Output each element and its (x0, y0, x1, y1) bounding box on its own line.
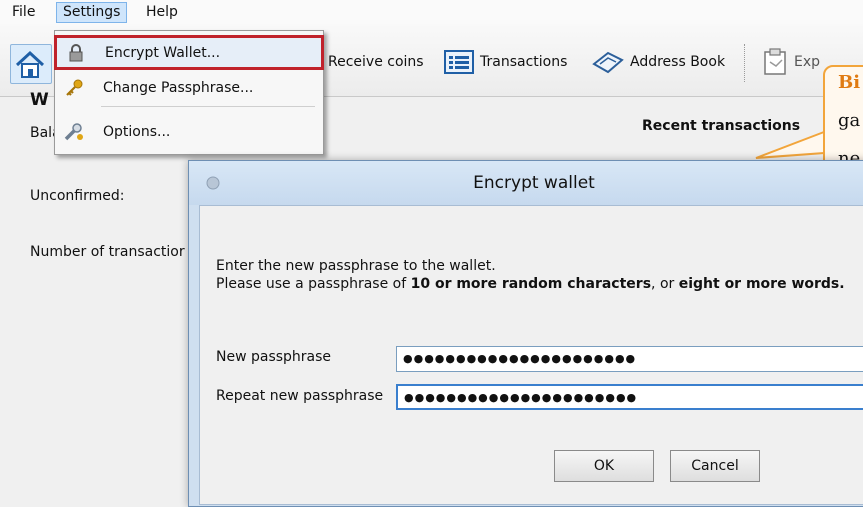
address-book-button[interactable]: Address Book (592, 48, 725, 76)
intro-text-part-c: , or (651, 276, 679, 292)
lock-icon (65, 43, 87, 62)
settings-menu: Encrypt Wallet... Change Passphrase... O… (54, 30, 324, 155)
address-book-icon (592, 51, 624, 74)
wallet-heading: W (30, 90, 49, 110)
menu-help[interactable]: Help (140, 3, 184, 22)
encrypt-wallet-dialog: Encrypt wallet Enter the new passphrase … (188, 160, 863, 507)
receive-coins-button[interactable]: Receive coins (328, 48, 424, 76)
encrypt-wallet-item[interactable]: Encrypt Wallet... (54, 35, 324, 70)
change-passphrase-label: Change Passphrase... (103, 80, 254, 96)
unconfirmed-label: Unconfirmed: (30, 188, 125, 204)
dialog-body: Enter the new passphrase to the wallet. … (199, 205, 863, 505)
overview-button[interactable] (10, 44, 52, 84)
list-icon (444, 50, 474, 74)
intro-text-line-1: Enter the new passphrase to the wallet. (216, 258, 496, 274)
menu-bar: File Settings Help (0, 0, 863, 25)
dialog-title-bar: Encrypt wallet (189, 161, 863, 205)
home-icon (15, 50, 45, 78)
dialog-title: Encrypt wallet (473, 173, 595, 193)
receive-coins-label: Receive coins (328, 54, 424, 70)
options-label: Options... (103, 124, 171, 140)
change-passphrase-item[interactable]: Change Passphrase... (55, 73, 323, 103)
clipboard-icon (764, 48, 786, 75)
intro-text-part-d: eight or more words. (678, 276, 845, 292)
intro-text-part-a: Please use a passphrase of (216, 276, 411, 292)
callout-line-1: Bi (838, 72, 861, 93)
transactions-button[interactable]: Transactions (444, 48, 567, 76)
repeat-passphrase-label: Repeat new passphrase (216, 388, 384, 404)
address-book-label: Address Book (630, 54, 726, 70)
intro-text-line-2: Please use a passphrase of 10 or more ra… (216, 276, 845, 292)
menu-file[interactable]: File (6, 3, 41, 22)
app-icon (206, 176, 220, 190)
export-button[interactable]: Exp (762, 48, 820, 76)
toolbar-separator (744, 44, 746, 82)
options-item[interactable]: Options... (55, 117, 323, 147)
callout-line-2: ga (838, 110, 861, 131)
intro-text-part-b: 10 or more random characters (410, 276, 652, 292)
wrench-icon (63, 122, 85, 142)
encrypt-wallet-label: Encrypt Wallet... (105, 44, 221, 61)
menu-separator (101, 106, 315, 107)
key-icon (63, 78, 85, 98)
num-transactions-label: Number of transactior (30, 244, 185, 260)
menu-settings[interactable]: Settings (56, 2, 128, 23)
transactions-label: Transactions (480, 54, 568, 70)
repeat-passphrase-input[interactable]: ●●●●●●●●●●●●●●●●●●●●●● (396, 384, 863, 410)
cancel-button[interactable]: Cancel (670, 450, 760, 482)
export-label: Exp (794, 54, 821, 70)
new-passphrase-label: New passphrase (216, 349, 332, 365)
ok-button[interactable]: OK (554, 450, 654, 482)
new-passphrase-input[interactable]: ●●●●●●●●●●●●●●●●●●●●●● (396, 346, 863, 372)
